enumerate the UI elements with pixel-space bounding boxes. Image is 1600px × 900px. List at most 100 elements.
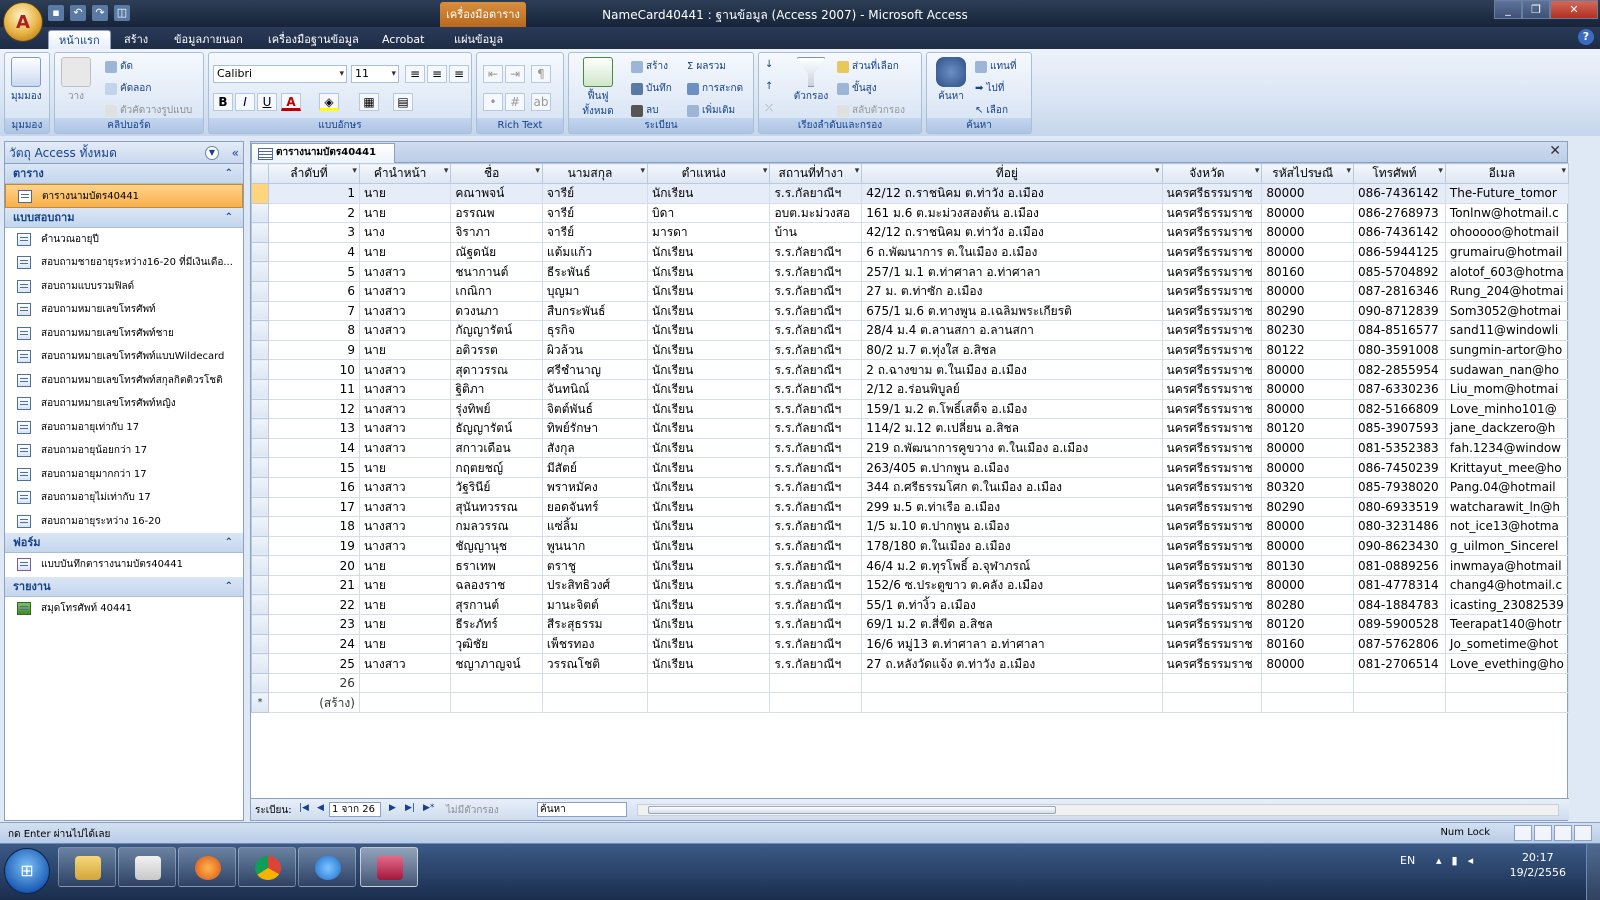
grid-cell[interactable]: นครศรีธรรมราช [1161,359,1263,380]
grid-cell[interactable]: ผิวล้วน [541,339,649,361]
grid-cell[interactable] [647,692,771,714]
grid-cell[interactable]: 80000 [1261,202,1354,224]
clock[interactable]: 20:17 19/2/2556 [1510,850,1566,880]
column-header[interactable]: ชื่อ [450,163,543,184]
grid-cell[interactable]: ร.ร.กัลยาณีฯ [769,280,863,302]
new-row-marker[interactable]: * [251,692,269,714]
grid-cell[interactable]: นักเรียน [647,535,771,557]
grid-cell[interactable]: ณัฐดนัย [450,241,543,263]
row-selector[interactable] [251,653,269,674]
row-selector[interactable] [251,339,269,361]
grid-cell[interactable]: วรรณโชติ [541,653,649,674]
save-icon[interactable]: ▪ [48,5,64,21]
grid-cell[interactable]: นาย [358,202,452,224]
grid-cell[interactable]: อติวรรต [450,339,543,361]
grid-cell[interactable]: 80290 [1261,496,1354,518]
refresh-all-button[interactable]: ฟื้นฟูทั้งหมด [575,57,621,119]
grid-cell[interactable]: นักเรียน [647,516,771,537]
filter-button[interactable]: ตัวกรอง [791,57,831,104]
grid-cell[interactable]: จารีย์ [541,183,649,204]
grid-cell[interactable]: สุรกานต์ [450,594,543,616]
grid-cell[interactable]: fah.1234@window [1444,437,1569,459]
table-row[interactable]: 5 นางสาว ชนากานต์ ธีระพันธ์ นักเรียน ร.ร.กัลย… [251,261,1569,282]
grid-cell[interactable]: grumairu@hotmail [1444,241,1569,263]
grid-cell[interactable]: 257/1 ม.1 ต.ท่าศาลา อ.ท่าศาลา [861,261,1163,282]
last-record-button[interactable]: ▶| [405,803,415,813]
grid-cell[interactable]: Krittayut_mee@ho [1444,457,1569,478]
grid-cell[interactable]: นักเรียน [647,594,771,616]
show-desktop-button[interactable] [1586,844,1600,900]
prev-record-button[interactable]: ◀ [317,803,324,813]
grid-cell[interactable]: ohooooo@hotmail [1444,222,1569,243]
grid-cell[interactable]: sungmin-artor@ho [1444,339,1569,361]
new-record-button[interactable]: สร้าง [631,59,668,74]
row-selector[interactable] [251,378,269,400]
grid-cell[interactable]: เกณิกา [450,280,543,302]
grid-cell[interactable]: สีระสุธรรม [541,614,649,635]
grid-cell[interactable]: ร.ร.กัลยาณีฯ [769,516,863,537]
tab-acrobat[interactable]: Acrobat [372,30,434,49]
record-position-input[interactable]: 1 จาก 26 [329,802,381,817]
grid-cell[interactable]: ธีระภัทร์ [450,614,543,635]
grid-cell[interactable]: นครศรีธรรมราช [1161,555,1263,576]
grid-cell[interactable]: 80000 [1261,398,1354,420]
grid-cell[interactable]: มารดา [647,222,771,243]
spelling-button[interactable]: การสะกด [687,81,743,96]
row-selector[interactable] [251,261,269,282]
close-button[interactable]: ✕ [1550,0,1598,19]
help-icon[interactable]: ? [1578,29,1594,45]
grid-cell[interactable]: 80290 [1261,300,1354,322]
grid-cell[interactable]: ร.ร.กัลยาณีฯ [769,555,863,576]
grid-cell[interactable]: 80000 [1261,535,1354,557]
grid-cell[interactable]: chang4@hotmail.c [1444,574,1569,596]
grid-cell[interactable] [358,692,452,714]
grid-cell[interactable]: 089-5900528 [1352,614,1446,635]
grid-cell[interactable]: 80000 [1261,574,1354,596]
grid-cell[interactable] [450,692,543,714]
grid-cell[interactable]: บุญมา [541,280,649,302]
grid-cell[interactable]: สุดาวรรณ [450,359,543,380]
alternate-fill-button[interactable]: ▤ [393,93,413,111]
format-painter-button[interactable]: ตัวคัดวางรูปแบบ [105,103,192,118]
grid-cell[interactable] [1161,672,1263,694]
row-selector[interactable] [251,280,269,302]
outdent-icon[interactable]: ⇥ [505,65,525,83]
table-row[interactable]: 1 นาย คณาพจน์ จารีย์ นักเรียน ร.ร.กัลยาณีฯ 42/… [251,183,1569,204]
grid-cell[interactable]: ธีระพันธ์ [541,261,649,282]
close-icon[interactable]: ✕ [1549,143,1561,159]
row-selector[interactable] [251,574,269,596]
grid-cell[interactable]: 42/12 ถ.ราชนิคม ต.ท่าวัง อ.เมือง [861,222,1163,243]
next-record-button[interactable]: ▶ [389,803,396,813]
tray-icons[interactable]: ▴▮◂ [1436,854,1483,867]
grid-cell[interactable] [1352,692,1446,714]
tab-external-data[interactable]: ข้อมูลภายนอก [164,30,253,49]
grid-cell[interactable] [450,672,543,694]
tab-database-tools[interactable]: เครื่องมือฐานข้อมูล [258,30,369,49]
grid-cell[interactable]: นักเรียน [647,398,771,420]
grid-cell[interactable]: ร.ร.กัลยาณีฯ [769,261,863,282]
grid-cell[interactable]: นครศรีธรรมราช [1161,320,1263,341]
font-size-combo[interactable]: 11 [351,65,399,83]
nav-item-form[interactable]: แบบบันทึกตารางนามบัตร40441 [5,553,243,577]
grid-cell[interactable]: 087-5762806 [1352,633,1446,655]
grid-cell[interactable]: นางสาว [358,653,452,674]
grid-cell[interactable]: 69/1 ม.2 ต.สี่ขีด อ.สิชล [861,614,1163,635]
datasheet-view-icon[interactable] [1514,825,1532,841]
grid-cell[interactable]: ร.ร.กัลยาณีฯ [769,183,863,204]
row-selector[interactable] [251,476,269,498]
grid-cell[interactable]: 299 ม.5 ต.ท่าเรือ อ.เมือง [861,496,1163,518]
grid-cell[interactable]: g_uilmon_Sincerel [1444,535,1569,557]
grid-cell[interactable]: นักเรียน [647,241,771,263]
grid-cell[interactable] [769,672,863,694]
grid-cell[interactable]: 27 ม. ต.ท่าซัก อ.เมือง [861,280,1163,302]
gridlines-button[interactable]: ▦ [359,93,379,111]
cut-button[interactable]: ตัด [105,59,133,74]
grid-cell[interactable]: วุฒิชัย [450,633,543,655]
grid-cell[interactable]: 085-5704892 [1352,261,1446,282]
grid-cell[interactable]: บิดา [647,202,771,224]
grid-cell[interactable]: 18 [267,516,360,537]
horizontal-scrollbar[interactable] [637,804,1559,816]
grid-cell[interactable]: ศรีชำนาญ [541,359,649,380]
grid-cell[interactable]: The-Future_tomor [1444,183,1569,204]
grid-cell[interactable]: 086-5944125 [1352,241,1446,263]
